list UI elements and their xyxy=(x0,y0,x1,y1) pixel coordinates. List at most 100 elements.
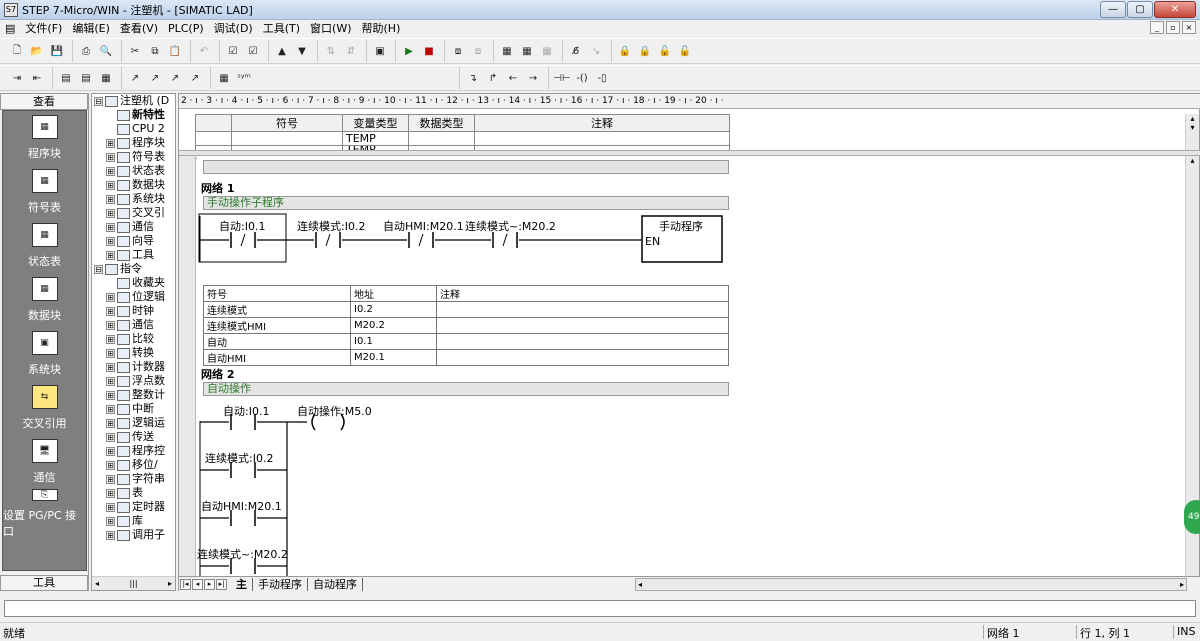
expand-icon[interactable]: ⊞ xyxy=(106,292,115,302)
sort-desc-icon[interactable]: ⇵ xyxy=(342,42,360,60)
tree-item[interactable]: ⊞ 通信 xyxy=(92,318,175,332)
lock2-icon[interactable]: 🔒 xyxy=(636,42,654,60)
toggle-table-icon[interactable]: ▦ xyxy=(97,69,115,87)
tab-last-icon[interactable]: ▸| xyxy=(216,578,227,590)
tree-item[interactable]: ⊞ 表 xyxy=(92,486,175,500)
expand-icon[interactable]: ⊞ xyxy=(106,362,115,372)
menu-plc[interactable]: PLC(P) xyxy=(163,20,209,37)
expand-icon[interactable]: ⊞ xyxy=(106,180,115,190)
tree-hscrollbar[interactable]: ◂ ||| ▸ xyxy=(92,576,175,590)
tree-item[interactable]: ⊞ 移位/ xyxy=(92,458,175,472)
nav-cross-reference[interactable]: ⇆ 交叉引用 xyxy=(3,381,86,435)
run-icon[interactable]: ▶ xyxy=(400,42,418,60)
tree-item[interactable]: ⊞ 调用子 xyxy=(92,528,175,542)
expand-icon[interactable]: ⊞ xyxy=(106,474,115,484)
mdi-close-button[interactable]: × xyxy=(1182,21,1196,34)
line-up-icon[interactable]: ↱ xyxy=(484,69,502,87)
sort-asc-icon[interactable]: ⇅ xyxy=(322,42,340,60)
print-preview-icon[interactable]: 🔍 xyxy=(97,42,115,60)
symbol-addressing-icon[interactable]: ˢʸᵐ xyxy=(235,69,253,87)
toggle-comments-icon[interactable]: ▤ xyxy=(77,69,95,87)
nav-footer[interactable]: 工具 xyxy=(0,575,88,591)
tree-item[interactable]: 新特性 xyxy=(92,108,175,122)
tree-item[interactable]: ⊞ 通信 xyxy=(92,220,175,234)
expand-icon[interactable]: ⊞ xyxy=(106,250,115,260)
nav-program-block[interactable]: ▦ 程序块 xyxy=(3,111,86,165)
program-status-icon[interactable]: ⧈ xyxy=(449,42,467,60)
tree-item[interactable]: ⊞ 比较 xyxy=(92,332,175,346)
close-button[interactable]: ✕ xyxy=(1154,1,1196,18)
menu-file[interactable]: 文件(F) xyxy=(20,20,67,37)
bookmark-icon[interactable]: ↗ xyxy=(126,69,144,87)
coil-icon[interactable]: -() xyxy=(573,69,591,87)
tree-item[interactable]: ⊞ 定时器 xyxy=(92,500,175,514)
tree-item[interactable]: ⊟ 指令 xyxy=(92,262,175,276)
line-left-icon[interactable]: ← xyxy=(504,69,522,87)
expand-icon[interactable]: ⊞ xyxy=(106,138,115,148)
stop-icon[interactable]: ■ xyxy=(420,42,438,60)
unforce-icon[interactable]: ↘ xyxy=(587,42,605,60)
expand-icon[interactable]: ⊞ xyxy=(106,236,115,246)
menu-edit[interactable]: 编辑(E) xyxy=(67,20,115,37)
single-read-icon[interactable]: ▦ xyxy=(518,42,536,60)
tree-item[interactable]: ⊞ 浮点数 xyxy=(92,374,175,388)
mdi-minimize-button[interactable]: _ xyxy=(1150,21,1164,34)
vt-cell[interactable]: TEMP xyxy=(342,131,409,146)
tree-item[interactable]: ⊞ 工具 xyxy=(92,248,175,262)
nav-data-block[interactable]: ▦ 数据块 xyxy=(3,273,86,327)
box-icon[interactable]: -▯ xyxy=(593,69,611,87)
tree-item[interactable]: ⊞ 符号表 xyxy=(92,150,175,164)
vartable-vscrollbar[interactable]: ▴ ▾ xyxy=(1185,114,1199,150)
tree-item[interactable]: ⊞ 时钟 xyxy=(92,304,175,318)
scroll-left-icon[interactable]: ◂ xyxy=(95,579,99,588)
symbol-table-icon[interactable]: ▦ xyxy=(215,69,233,87)
cut-icon[interactable]: ✂ xyxy=(126,42,144,60)
menu-window[interactable]: 窗口(W) xyxy=(305,20,356,37)
delete-network-icon[interactable]: ⇤ xyxy=(28,69,46,87)
scroll-thumb[interactable]: ||| xyxy=(129,579,137,588)
tree-item[interactable]: ⊞ 数据块 xyxy=(92,178,175,192)
table-row[interactable]: TEMP xyxy=(195,131,730,146)
tab-manual[interactable]: 手动程序 xyxy=(253,577,308,591)
tab-next-icon[interactable]: ▸ xyxy=(204,578,215,590)
unlock-icon[interactable]: 🔓 xyxy=(656,42,674,60)
tree-item[interactable]: ⊞ 交叉引 xyxy=(92,206,175,220)
expand-icon[interactable]: ⊞ xyxy=(106,166,115,176)
collapse-icon[interactable]: ⊟ xyxy=(94,264,103,274)
tree-item[interactable]: ⊞ 传送 xyxy=(92,430,175,444)
nav-header[interactable]: 查看 xyxy=(0,93,88,110)
next-bookmark-icon[interactable]: ↗ xyxy=(146,69,164,87)
floating-badge[interactable]: 49 xyxy=(1184,500,1200,534)
network-2-title[interactable]: 网络 2 xyxy=(201,366,234,382)
tab-first-icon[interactable]: |◂ xyxy=(180,578,191,590)
tree-item[interactable]: ⊞ 中断 xyxy=(92,402,175,416)
tab-main[interactable]: 主 xyxy=(231,577,253,591)
write-all-icon[interactable]: ▦ xyxy=(538,42,556,60)
save-icon[interactable]: 💾 xyxy=(48,42,66,60)
line-right-icon[interactable]: → xyxy=(524,69,542,87)
expand-icon[interactable]: ⊞ xyxy=(106,404,115,414)
compile-icon[interactable]: ☑ xyxy=(224,42,242,60)
force-icon[interactable]: 6̸ xyxy=(567,42,585,60)
expand-icon[interactable]: ⊞ xyxy=(106,208,115,218)
tree-item[interactable]: ⊞ 系统块 xyxy=(92,192,175,206)
tree-item[interactable]: CPU 2 xyxy=(92,122,175,136)
tree-item[interactable]: ⊞ 位逻辑 xyxy=(92,290,175,304)
menu-help[interactable]: 帮助(H) xyxy=(357,20,406,37)
compile-all-icon[interactable]: ☑ xyxy=(244,42,262,60)
expand-icon[interactable]: ⊞ xyxy=(106,432,115,442)
expand-icon[interactable]: ⊞ xyxy=(106,320,115,330)
expand-icon[interactable]: ⊞ xyxy=(106,222,115,232)
scroll-right-icon[interactable]: ▸ xyxy=(168,579,172,588)
network-2-comment[interactable]: 自动操作 xyxy=(203,382,729,396)
options-icon[interactable]: ▣ xyxy=(371,42,389,60)
tree-item[interactable]: ⊞ 向导 xyxy=(92,234,175,248)
insert-network-icon[interactable]: ⇥ xyxy=(8,69,26,87)
toggle-poe-icon[interactable]: ▤ xyxy=(57,69,75,87)
new-icon[interactable]: 🗋 xyxy=(8,42,26,60)
expand-icon[interactable]: ⊞ xyxy=(106,348,115,358)
nav-set-pgpc[interactable]: ⎘ 设置 PG/PC 接口 xyxy=(3,489,86,543)
tree-item[interactable]: ⊞ 计数器 xyxy=(92,360,175,374)
expand-icon[interactable]: ⊞ xyxy=(106,488,115,498)
expand-icon[interactable]: ⊞ xyxy=(106,446,115,456)
